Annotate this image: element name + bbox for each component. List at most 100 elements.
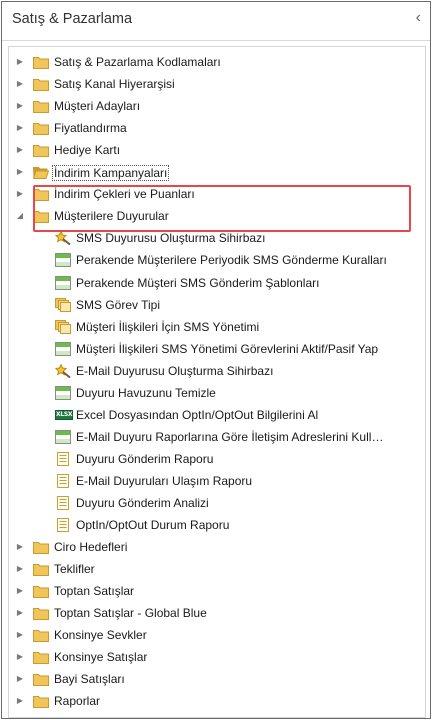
tree-item-label: Satış Kanal Hiyerarşisi (54, 77, 175, 92)
folder-icon (33, 55, 49, 69)
tree-item-label: İndirim Kampanyaları (52, 165, 170, 182)
expand-arrow-right-icon[interactable]: ▶ (16, 542, 24, 552)
tree-folder-row[interactable]: ▶ Hediye Kartı (9, 140, 425, 161)
navigation-tree: ▶ Satış & Pazarlama Kodlamaları ▶ Satış Kan… (8, 46, 426, 718)
tree-folder-row[interactable]: ▶ Konsinye Satışlar (9, 647, 425, 668)
expand-arrow-right-icon[interactable]: ▶ (16, 123, 24, 133)
tree-item-label: Raporlar (54, 694, 101, 709)
folder-icon (33, 694, 49, 709)
tree-item-row[interactable]: Müşteri İlişkileri SMS Yönetimi Görevler… (9, 339, 425, 360)
expand-arrow-right-icon[interactable]: ▶ (16, 101, 24, 111)
folder-icon (33, 672, 49, 687)
tree-item-label: Ciro Hedefleri (54, 540, 128, 555)
tree-item-label: E-Mail Duyurusu Oluşturma Sihirbazı (76, 363, 274, 378)
expand-arrow-right-icon[interactable]: ▶ (16, 586, 24, 596)
tree-folder-row[interactable]: ▶ Fiyatlandırma (9, 118, 425, 139)
excel-badge: XLSX (56, 410, 73, 418)
tree-item-row[interactable]: XLSX Excel Dosyasından OptIn/OptOut Bilgi… (9, 405, 425, 426)
folder-icon (33, 121, 49, 136)
tree-folder-row[interactable]: ▶ Müşteri Adayları (9, 96, 425, 117)
wizard-icon (54, 362, 71, 378)
tree-item-label: Toptan Satışlar - Global Blue (54, 606, 207, 621)
expand-arrow-right-icon[interactable]: ▶ (16, 57, 24, 67)
tree-item-row[interactable]: Duyuru Gönderim Raporu (9, 449, 425, 470)
expand-arrow-right-icon[interactable]: ▶ (16, 608, 24, 618)
expand-arrow-down-icon[interactable]: ◢ (16, 211, 24, 221)
folder-icon (33, 540, 49, 555)
folder-icon (33, 562, 49, 577)
tree-item-label: Müşteri İlişkileri İçin SMS Yönetimi (76, 319, 260, 334)
folder-icon (33, 143, 49, 158)
tree-item-label: Perakende Müşteri SMS Gönderim Şablonlar… (76, 275, 320, 290)
tree-folder-row[interactable]: ▶ Ciro Hedefleri (9, 537, 425, 558)
tree-item-label: Toptan Satışlar (54, 584, 135, 599)
tree-item-label: Fiyatlandırma (54, 121, 127, 136)
report-icon (55, 496, 71, 510)
navigation-panel: Satış & Pazarlama ‹ ▶ Satış & Pazarlama K… (1, 1, 431, 719)
tree-item-label: Duyuru Gönderim Analizi (76, 496, 209, 510)
form-icon (55, 253, 71, 268)
tree-item-row[interactable]: Müşteri İlişkileri İçin SMS Yönetimi (9, 317, 425, 338)
expand-arrow-right-icon[interactable]: ▶ (16, 79, 24, 89)
tree-item-label: Konsinye Satışlar (54, 650, 148, 665)
tree-item-row[interactable]: Perakende Müşteri SMS Gönderim Şablonlar… (9, 273, 425, 294)
report-icon (55, 473, 71, 488)
tree-folder-row[interactable]: ▶ Bayi Satışları (9, 669, 425, 690)
tree-folder-row[interactable]: ▶ Raporlar (9, 691, 425, 712)
expand-arrow-right-icon[interactable]: ▶ (16, 564, 24, 574)
tree-item-label: E-Mail Duyuruları Ulaşım Raporu (76, 473, 253, 488)
form-icon (55, 429, 71, 444)
tree-item-row[interactable]: OptIn/OptOut Durum Raporu (9, 515, 425, 536)
expand-arrow-right-icon[interactable]: ▶ (16, 630, 24, 640)
tree-item-label: SMS Duyurusu Oluşturma Sihirbazı (76, 231, 266, 246)
folder-open-icon (32, 165, 50, 180)
form-icon (55, 275, 71, 290)
wizard-icon (54, 230, 71, 246)
tree-item-row[interactable]: SMS Duyurusu Oluşturma Sihirbazı (9, 228, 425, 249)
tree-folder-row[interactable]: ▶ Konsinye Sevkler (9, 625, 425, 646)
folder-icon (33, 628, 49, 643)
tree-item-label: Duyuru Havuzunu Temizle (76, 385, 216, 400)
expand-arrow-right-icon[interactable]: ▶ (16, 652, 24, 662)
tree-item-label: Bayi Satışları (54, 672, 125, 687)
tree-item-label: Hediye Kartı (54, 143, 121, 158)
form-icon (55, 341, 71, 356)
tree-item-row[interactable]: E-Mail Duyurusu Oluşturma Sihirbazı (9, 361, 425, 382)
tree-folder-row[interactable]: ▶ Toptan Satışlar (9, 581, 425, 602)
tree-item-label: Teklifler (54, 562, 95, 577)
tree-folder-row[interactable]: ▶ Satış Kanal Hiyerarşisi (9, 74, 425, 95)
tree-item-label: Müşteri Adayları (54, 99, 141, 114)
tree-folder-row[interactable]: ▶ Satış & Pazarlama Kodlamaları (9, 52, 425, 73)
tree-folder-row[interactable]: ▶ Teklifler (9, 559, 425, 580)
folder-icon (33, 209, 49, 224)
folder-icon (33, 77, 49, 92)
form-icon (55, 385, 71, 400)
expand-arrow-right-icon[interactable]: ▶ (16, 145, 24, 155)
expand-arrow-right-icon[interactable]: ▶ (16, 189, 24, 199)
tree-folder-row[interactable]: ◢ Müşterilere Duyurular (9, 206, 425, 227)
collapse-icon[interactable]: ‹ (416, 9, 421, 27)
tree-item-label: E-Mail Duyuru Raporlarına Göre İletişim … (76, 429, 384, 444)
tree-item-label: Konsinye Sevkler (54, 628, 147, 643)
tree-folder-row[interactable]: ▶ İndirim Kampanyaları (9, 162, 425, 183)
tree-item-label: Excel Dosyasından OptIn/OptOut Bilgileri… (76, 407, 319, 422)
expand-arrow-right-icon[interactable]: ▶ (16, 167, 24, 177)
expand-arrow-right-icon[interactable]: ▶ (16, 674, 24, 684)
excel-icon: XLSX (55, 408, 73, 422)
tree-item-row[interactable]: E-Mail Duyuruları Ulaşım Raporu (9, 471, 425, 492)
tree-item-label: SMS Görev Tipi (76, 297, 161, 312)
tree-folder-row[interactable]: ▶ İndirim Çekleri ve Puanları (9, 184, 425, 205)
tree-item-label: Duyuru Gönderim Raporu (76, 451, 214, 466)
tree-item-label: Satış & Pazarlama Kodlamaları (54, 55, 221, 69)
tree-item-row[interactable]: SMS Görev Tipi (9, 295, 425, 316)
tree-item-row[interactable]: Duyuru Gönderim Analizi (9, 493, 425, 514)
tree-item-row[interactable]: Perakende Müşterilere Periyodik SMS Gönd… (9, 250, 425, 271)
tree-item-row[interactable]: Duyuru Havuzunu Temizle (9, 383, 425, 404)
folder-icon (33, 650, 49, 665)
panel-title: Satış & Pazarlama (12, 11, 133, 27)
expand-arrow-right-icon[interactable]: ▶ (16, 696, 24, 706)
tree-item-label: OptIn/OptOut Durum Raporu (76, 518, 230, 533)
stack-icon (55, 297, 71, 312)
tree-folder-row[interactable]: ▶ Toptan Satışlar - Global Blue (9, 603, 425, 624)
tree-item-row[interactable]: E-Mail Duyuru Raporlarına Göre İletişim … (9, 427, 425, 448)
